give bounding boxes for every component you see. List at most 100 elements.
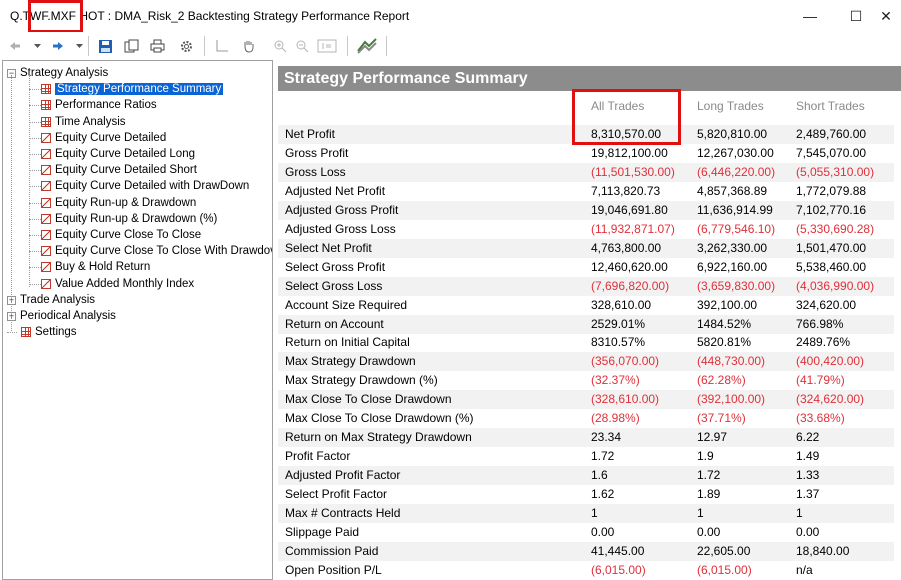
chart-style-icon[interactable] [356, 36, 378, 56]
report-chart-icon [41, 133, 51, 143]
tree-item[interactable]: Buy & Hold Return [41, 259, 150, 275]
tree-item-label: Buy & Hold Return [55, 261, 151, 273]
all-trades-value: 7,113,820.73 [591, 184, 661, 198]
tree-item[interactable]: + Trade Analysis [7, 292, 95, 308]
tree-connector [29, 284, 41, 285]
forward-arrow-icon[interactable] [50, 36, 66, 56]
table-row: Gross Loss (11,501,530.00) (6,446,220.00) (… [278, 163, 894, 182]
tree-connector [29, 235, 41, 236]
tree-connector [29, 186, 41, 187]
row-label: Select Gross Profit [285, 260, 386, 274]
all-trades-value: 1.6 [591, 468, 608, 482]
table-row: Adjusted Gross Loss (11,932,871.07) (6,779… [278, 220, 894, 239]
row-label: Gross Profit [285, 146, 349, 160]
tree-connector [29, 267, 41, 268]
row-label: Adjusted Gross Profit [285, 203, 399, 217]
long-trades-value: 3,262,330.00 [697, 241, 768, 255]
dropdown-icon[interactable] [32, 36, 42, 56]
row-label: Return on Initial Capital [285, 335, 410, 349]
report-panel: Strategy Performance Summary All Trades … [278, 66, 901, 580]
tree-item[interactable]: Equity Curve Close To Close With Drawdov [41, 243, 273, 259]
table-row: Commission Paid 41,445.00 22,605.00 18,840.… [278, 542, 894, 561]
table-row: Select Gross Profit 12,460,620.00 6,922,16… [278, 258, 894, 277]
tree-item[interactable]: Value Added Monthly Index [41, 276, 194, 292]
all-trades-value: 0.00 [591, 525, 615, 539]
dropdown-icon[interactable] [74, 36, 84, 56]
tree-item[interactable]: Equity Run-up & Drawdown [41, 195, 196, 211]
long-trades-value: 12,267,030.00 [697, 146, 774, 160]
long-trades-value: 1.89 [697, 487, 721, 501]
all-trades-value: 4,763,800.00 [591, 241, 662, 255]
hand-pan-icon[interactable] [240, 36, 256, 56]
zoom-in-icon[interactable] [272, 36, 288, 56]
all-trades-value: (6,015.00) [591, 563, 646, 577]
all-trades-value: 23.34 [591, 430, 622, 444]
table-row: Gross Profit 19,812,100.00 12,267,030.00 7,… [278, 144, 894, 163]
long-trades-value: (6,446,220.00) [697, 165, 776, 179]
toolbar-separator [204, 36, 205, 56]
tree-item[interactable]: Settings [7, 324, 77, 340]
long-trades-value: 4,857,368.89 [697, 184, 768, 198]
zoom-out-icon[interactable] [294, 36, 310, 56]
copy-icon[interactable] [122, 36, 140, 56]
long-trades-value: 1 [697, 506, 704, 520]
settings-gear-icon[interactable] [176, 36, 196, 56]
tree-item[interactable]: Equity Curve Close To Close [41, 227, 201, 243]
all-trades-value: (356,070.00) [591, 354, 660, 368]
short-trades-value: (4,036,990.00) [796, 279, 875, 293]
long-trades-value: (6,779,546.10) [697, 222, 776, 236]
long-trades-value: 5820.81% [697, 335, 752, 349]
tree-connector [29, 219, 41, 220]
short-trades-value: 2,489,760.00 [796, 127, 867, 141]
close-button[interactable]: ✕ [863, 0, 901, 32]
tree-item[interactable]: Equity Curve Detailed [41, 130, 166, 146]
report-chart-icon [41, 230, 51, 240]
tree-item[interactable]: Performance Ratios [41, 97, 157, 113]
print-icon[interactable] [148, 36, 166, 56]
long-trades-value: 11,636,914.99 [697, 203, 773, 217]
long-trades-value: 0.00 [697, 525, 721, 539]
report-chart-icon [41, 279, 51, 289]
table-row: Select Gross Loss (7,696,820.00) (3,659,83… [278, 277, 894, 296]
tree-item-label: Strategy Performance Summary [55, 83, 224, 95]
row-label: Select Net Profit [285, 241, 372, 255]
short-trades-value: 1,501,470.00 [796, 241, 867, 255]
long-trades-value: (6,015.00) [697, 563, 752, 577]
tree-item-label: Equity Run-up & Drawdown [55, 197, 197, 209]
tree-item[interactable]: − Strategy Analysis [7, 65, 108, 81]
tree-item[interactable]: + Periodical Analysis [7, 308, 116, 324]
row-label: Max Strategy Drawdown (%) [285, 373, 438, 387]
toolbar-separator [88, 36, 89, 56]
window-title: Q.TWF.MXF HOT : DMA_Risk_2 Backtesting S… [10, 9, 410, 23]
all-trades-value: 41,445.00 [591, 544, 645, 558]
tree-item[interactable]: Time Analysis [41, 114, 126, 130]
tree-item[interactable]: Strategy Performance Summary [41, 81, 224, 97]
minimize-button[interactable]: — [787, 0, 833, 32]
tree-connector [29, 138, 41, 139]
table-row: Open Position P/L (6,015.00) (6,015.00) n/a [278, 561, 894, 580]
tree-item[interactable]: Equity Run-up & Drawdown (%) [41, 211, 217, 227]
short-trades-value: (41.79%) [796, 373, 845, 387]
crosshair-icon[interactable] [214, 36, 230, 56]
maximize-icon: ☐ [849, 7, 863, 24]
tree-item[interactable]: Equity Curve Detailed Short [41, 162, 197, 178]
row-label: Profit Factor [285, 449, 351, 463]
row-label: Max Strategy Drawdown [285, 354, 416, 368]
back-arrow-icon[interactable] [8, 36, 22, 56]
tree-item[interactable]: Equity Curve Detailed Long [41, 146, 195, 162]
short-trades-value: 5,538,460.00 [796, 260, 867, 274]
short-trades-value: 1 [796, 506, 803, 520]
long-trades-value: 392,100.00 [697, 298, 758, 312]
save-icon[interactable] [96, 36, 114, 56]
zoom-fit-icon[interactable] [316, 36, 338, 56]
tree-item-label: Strategy Analysis [20, 67, 109, 79]
tree-item-label: Settings [35, 326, 77, 338]
tree-item-label: Equity Curve Close To Close With Drawdov [55, 245, 273, 257]
all-trades-value: (28.98%) [591, 411, 640, 425]
row-label: Return on Max Strategy Drawdown [285, 430, 472, 444]
short-trades-value: (400,420.00) [796, 354, 865, 368]
tree-item-label: Equity Curve Detailed Short [55, 164, 197, 176]
title-bar: Q.TWF.MXF HOT : DMA_Risk_2 Backtesting S… [0, 0, 901, 32]
long-trades-value: (62.28%) [697, 373, 746, 387]
tree-item[interactable]: Equity Curve Detailed with DrawDown [41, 178, 249, 194]
